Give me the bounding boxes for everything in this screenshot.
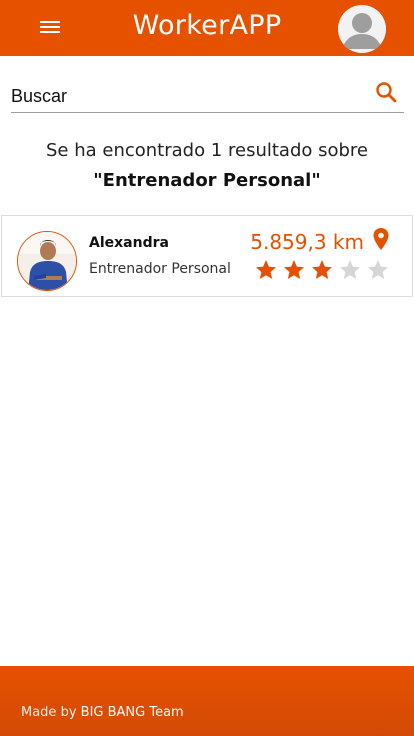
user-avatar-icon <box>338 5 386 53</box>
search-icon[interactable] <box>374 80 398 104</box>
footer-prefix: Made by <box>21 705 77 720</box>
worker-rating <box>254 258 390 282</box>
star-filled-icon <box>284 260 304 279</box>
star-empty-icon <box>368 260 388 279</box>
app-footer: Made by BIG BANG Team <box>0 666 414 736</box>
star-filled-icon <box>256 260 276 279</box>
result-query-text: "Entrenador Personal" <box>93 170 321 191</box>
footer-team: BIG BANG Team <box>80 705 184 720</box>
worker-distance: 5.859,3 km <box>250 230 364 254</box>
worker-avatar <box>17 231 77 291</box>
star-empty-icon <box>340 260 360 279</box>
worker-name: Alexandra <box>89 235 169 251</box>
worker-photo-icon <box>18 232 76 290</box>
star-filled-icon <box>312 260 332 279</box>
search-bar <box>11 78 404 113</box>
profile-avatar-button[interactable] <box>338 5 386 53</box>
worker-role: Entrenador Personal <box>89 261 231 277</box>
app-header: WorkerAPP <box>0 0 414 56</box>
location-pin-icon <box>373 228 389 250</box>
worker-card[interactable]: Alexandra Entrenador Personal 5.859,3 km <box>1 215 413 297</box>
footer-credit: Made by BIG BANG Team <box>21 705 184 720</box>
search-input[interactable] <box>11 84 361 108</box>
result-count-text: Se ha encontrado 1 resultado sobre <box>45 140 368 161</box>
